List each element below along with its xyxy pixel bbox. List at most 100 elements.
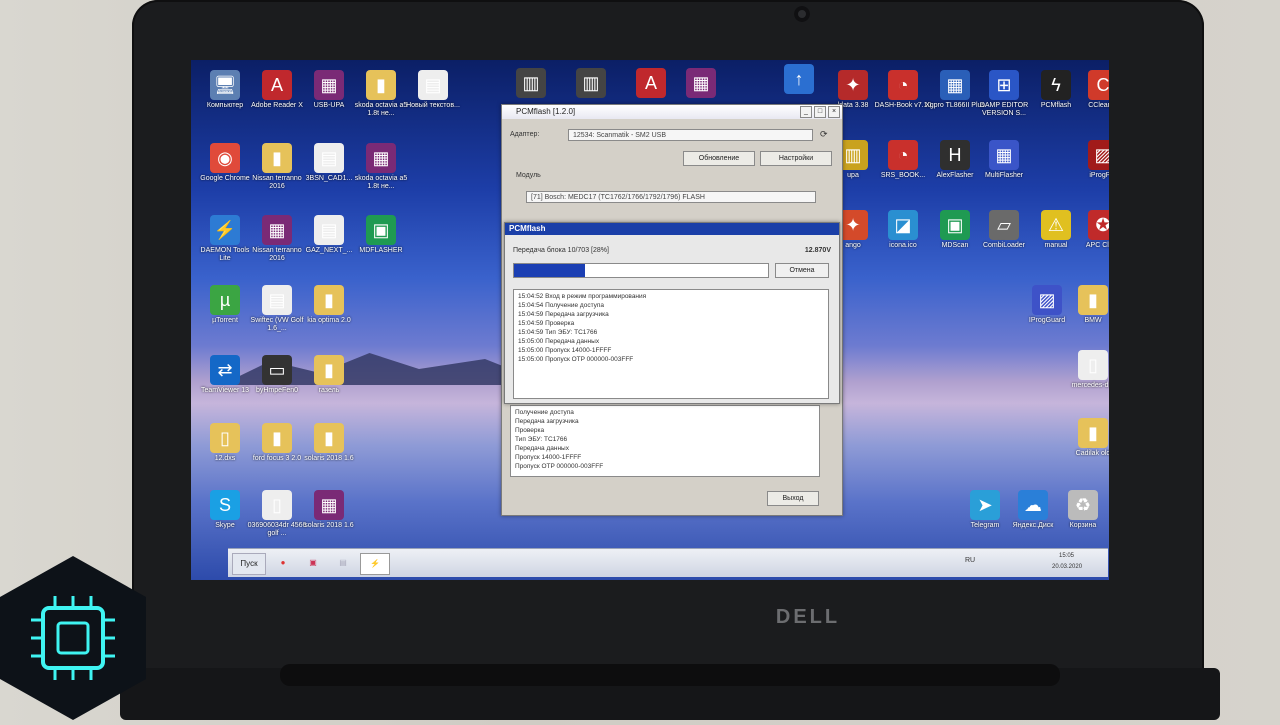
xgpro-icon: ▦: [940, 70, 970, 100]
desktop-icon-label: CCleaner: [1088, 102, 1109, 109]
log-line: Тип ЭБУ: TC1766: [515, 436, 568, 443]
desktop-icon-label: газель: [318, 387, 340, 394]
progress-bar: [513, 263, 769, 278]
desktop-icon-label: iProgPro: [1089, 172, 1109, 179]
folder-icon: ▮: [262, 143, 292, 173]
desktop-icon-left-18[interactable]: ▮ газель: [299, 355, 359, 395]
desktop-icon-label: 3BSN_CAD1...: [305, 175, 353, 182]
chip-icon: ▥: [576, 68, 606, 98]
desktop-icon-left-1[interactable]: A Adobe Reader X: [247, 70, 307, 110]
image-icon: ◪: [888, 210, 918, 240]
desktop-icon-label: Корзина: [1069, 522, 1097, 529]
desktop-icon-left-3[interactable]: ▮ skoda octavia a5 1.8t не...: [351, 70, 411, 118]
desktop-icon-left-2[interactable]: ▦ USB-UPA: [299, 70, 359, 110]
log-line: 15:05:00 Передача данных: [518, 338, 600, 345]
desktop-icon-top_mid-1[interactable]: ▥: [561, 68, 621, 100]
desktop-icon-left-4[interactable]: ▤ Новый текстов...: [403, 70, 463, 110]
desktop-icon-label: MultiFlasher: [984, 172, 1024, 179]
pcmflash-icon: ϟ: [1041, 70, 1071, 100]
refresh-icon[interactable]: ⟳: [820, 129, 828, 140]
dashbook-icon: ◔: [888, 70, 918, 100]
folder-icon: ▮: [314, 285, 344, 315]
app-icon: ✦: [838, 70, 868, 100]
desktop-icon-label: MDFLASHER: [359, 247, 403, 254]
desktop-icon-right-11[interactable]: ▨ iProgPro: [1073, 140, 1109, 180]
desktop-icon-left-5[interactable]: ◉ Google Chrome: [195, 143, 255, 183]
pcmflash-taskbar-icon[interactable]: ⚡: [360, 553, 390, 575]
yadisk-icon: ☁: [1018, 490, 1048, 520]
clock-date[interactable]: 20.03.2020: [1052, 564, 1082, 570]
desktop-icon-left-0[interactable]: 🖥 Компьютер: [195, 70, 255, 110]
desktop-icon-right-10[interactable]: ▦ MultiFlasher: [974, 140, 1034, 180]
desktop-icon-right-24[interactable]: ♻ Корзина: [1053, 490, 1109, 530]
minimize-icon[interactable]: _: [800, 106, 812, 118]
utorrent-icon: µ: [210, 285, 240, 315]
desktop-icon-right-15[interactable]: ▱ CombiLoader: [974, 210, 1034, 250]
explorer-taskbar-icon[interactable]: ▤: [332, 553, 354, 573]
desktop-icon-right-19[interactable]: ▮ BMW: [1063, 285, 1109, 325]
voltage-readout: 12.870V: [804, 247, 831, 254]
desktop-icon-right-6[interactable]: C CCleaner: [1073, 70, 1109, 110]
folder-icon: ▮: [262, 423, 292, 453]
desktop-icon-left-24[interactable]: ▦ solaris 2018 1.6: [299, 490, 359, 530]
desktop-icon-right-17[interactable]: ✪ APC Client: [1073, 210, 1109, 250]
desktop-icon-right-0[interactable]: ↑: [769, 64, 829, 96]
update-button[interactable]: Обновление: [683, 151, 755, 166]
desktop-icon-left-15[interactable]: ▮ kia optima 2.0: [299, 285, 359, 325]
maximize-icon[interactable]: □: [814, 106, 826, 118]
winrar-icon: ▦: [314, 490, 344, 520]
close-icon[interactable]: ×: [828, 106, 840, 118]
pcmflash-titlebar[interactable]: PCMflash [1.2.0] _ □ ×: [502, 105, 842, 119]
language-indicator[interactable]: RU: [965, 557, 975, 564]
desktop-icon-label: Nissan terranno 2016: [252, 175, 302, 190]
desktop-icon-left-10[interactable]: ▦ Nissan terranno 2016: [247, 215, 307, 263]
cancel-button[interactable]: Отмена: [775, 263, 829, 278]
document-icon: ▤: [262, 285, 292, 315]
ccleaner-icon: C: [1088, 70, 1109, 100]
desktop-icon-left-8[interactable]: ▦ skoda octavia a5 1.8t не...: [351, 143, 411, 191]
desktop-icon-left-7[interactable]: ▤ 3BSN_CAD1...: [299, 143, 359, 183]
start-button[interactable]: Пуск: [232, 553, 266, 575]
desktop-icon-left-6[interactable]: ▮ Nissan terranno 2016: [247, 143, 307, 191]
desktop-icon-left-11[interactable]: ▤ GAZ_NEXT_...: [299, 215, 359, 255]
document-icon: ▤: [418, 70, 448, 100]
desktop-icon-label: skoda octavia a5 1.8t не...: [354, 102, 408, 117]
desktop-icon-right-21[interactable]: ▮ Cadilak old: [1063, 418, 1109, 458]
desktop-icon-label: icona.ico: [889, 242, 917, 249]
module-select[interactable]: [71] Bosch: MEDC17 (TC1762/1766/1792/179…: [526, 191, 816, 203]
teamviewer-icon: ⇄: [210, 355, 240, 385]
desktop-icon-left-22[interactable]: S Skype: [195, 490, 255, 530]
desktop-icon-top_mid-0[interactable]: ▥: [501, 68, 561, 100]
desktop-icon-top_mid-3[interactable]: ▦: [671, 68, 731, 100]
desktop-icon-left-23[interactable]: ▯ 036906034dr 4566 golf ...: [247, 490, 307, 538]
app-taskbar-icon[interactable]: ▣: [302, 553, 324, 573]
file-icon: ▯: [1078, 350, 1108, 380]
log-line: 15:04:59 Проверка: [518, 320, 575, 327]
desktop-icon-left-21[interactable]: ▮ solaris 2018 1.6: [299, 423, 359, 463]
desktop-icon-right-20[interactable]: ▯ mercedes-d...: [1063, 350, 1109, 390]
editor-icon: ⊞: [989, 70, 1019, 100]
desktop-icon-left-12[interactable]: ▣ MDFLASHER: [351, 215, 411, 255]
desktop-icon-right-2[interactable]: ◔ DASH-Book v7.10: [873, 70, 933, 110]
clock-time[interactable]: 15:05: [1059, 553, 1074, 559]
desktop-icon-right-13[interactable]: ◪ icona.ico: [873, 210, 933, 250]
desktop-icon-left-20[interactable]: ▮ ford focus 3 2.0: [247, 423, 307, 463]
window-title: PCMflash [1.2.0]: [516, 107, 576, 116]
adapter-select[interactable]: 12534: Scanmatik - SM2 USB: [568, 129, 813, 141]
desktop-icon-left-13[interactable]: µ µTorrent: [195, 285, 255, 325]
desktop-icon-right-8[interactable]: ◔ SRS_BOOK...: [873, 140, 933, 180]
desktop-icon-right-4[interactable]: ⊞ DAMP EDITOR VERSION S...: [974, 70, 1034, 118]
desktop-icon-left-19[interactable]: ▯ 12.dxs: [195, 423, 255, 463]
chrome-taskbar-icon[interactable]: ●: [272, 553, 294, 573]
desktop-icon-left-16[interactable]: ⇄ TeamViewer 13: [195, 355, 255, 395]
desktop-icon-label: Новый текстов...: [406, 102, 460, 109]
exit-button[interactable]: Выход: [767, 491, 819, 506]
telegram-icon: ➤: [970, 490, 1000, 520]
desktop-icon-left-17[interactable]: ▭ byHmpeFen0: [247, 355, 307, 395]
desktop-icon-left-9[interactable]: ⚡ DAEMON Tools Lite: [195, 215, 255, 263]
settings-button[interactable]: Настройки: [760, 151, 832, 166]
circuit-icon: ▣: [940, 210, 970, 240]
document-icon: ▤: [314, 215, 344, 245]
desktop-icon-left-14[interactable]: ▤ Swiftec (VW Golf 1.6_...: [247, 285, 307, 333]
progress-titlebar[interactable]: PCMflash: [505, 223, 839, 235]
